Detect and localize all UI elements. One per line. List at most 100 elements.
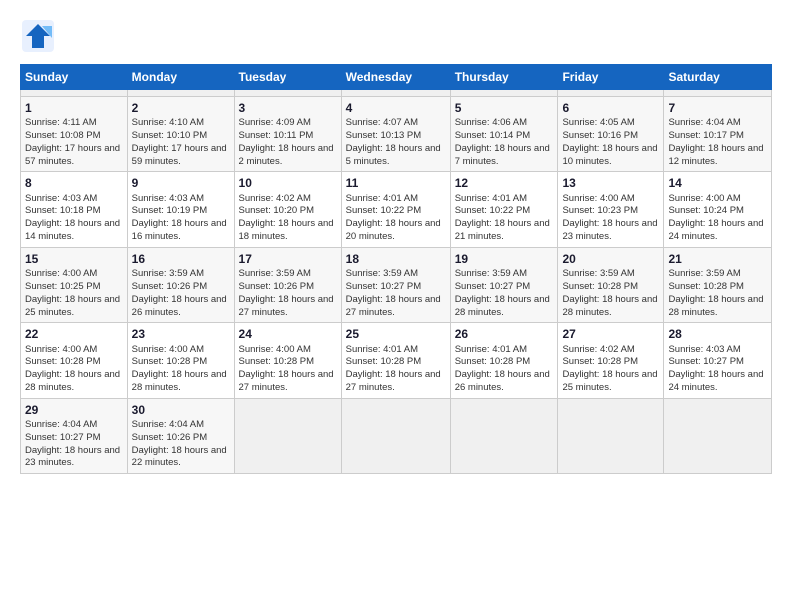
daylight-label: Daylight: 18 hours and 10 minutes. [562,143,657,167]
daylight-label: Daylight: 18 hours and 7 minutes. [455,143,550,167]
calendar-cell: 11Sunrise: 4:01 AMSunset: 10:22 PMDaylig… [341,172,450,247]
daylight-label: Daylight: 17 hours and 59 minutes. [132,143,227,167]
day-number: 4 [346,100,446,116]
col-thursday: Thursday [450,65,558,90]
sunset: Sunset: 10:13 PM [346,130,422,141]
daylight-label: Daylight: 18 hours and 21 minutes. [455,218,550,242]
col-sunday: Sunday [21,65,128,90]
daylight-label: Daylight: 18 hours and 25 minutes. [25,294,120,318]
sunrise: Sunrise: 4:10 AM [132,117,204,128]
sunrise: Sunrise: 4:04 AM [132,419,204,430]
daylight-label: Daylight: 18 hours and 27 minutes. [346,294,441,318]
sunset: Sunset: 10:16 PM [562,130,638,141]
calendar-week-row: 15Sunrise: 4:00 AMSunset: 10:25 PMDaylig… [21,247,772,322]
sunrise: Sunrise: 4:00 AM [25,268,97,279]
sunset: Sunset: 10:14 PM [455,130,531,141]
day-number: 10 [239,175,337,191]
calendar-cell: 17Sunrise: 3:59 AMSunset: 10:26 PMDaylig… [234,247,341,322]
calendar-cell: 29Sunrise: 4:04 AMSunset: 10:27 PMDaylig… [21,398,128,473]
sunrise: Sunrise: 4:07 AM [346,117,418,128]
sunset: Sunset: 10:17 PM [668,130,744,141]
sunset: Sunset: 10:28 PM [668,281,744,292]
sunrise: Sunrise: 4:00 AM [239,344,311,355]
sunset: Sunset: 10:22 PM [455,205,531,216]
calendar-cell: 7Sunrise: 4:04 AMSunset: 10:17 PMDayligh… [664,97,772,172]
daylight-label: Daylight: 18 hours and 27 minutes. [239,294,334,318]
daylight-label: Daylight: 18 hours and 28 minutes. [25,369,120,393]
day-number: 11 [346,175,446,191]
calendar-week-row: 8Sunrise: 4:03 AMSunset: 10:18 PMDayligh… [21,172,772,247]
sunset: Sunset: 10:22 PM [346,205,422,216]
calendar-header-row: Sunday Monday Tuesday Wednesday Thursday… [21,65,772,90]
calendar-cell: 20Sunrise: 3:59 AMSunset: 10:28 PMDaylig… [558,247,664,322]
sunset: Sunset: 10:23 PM [562,205,638,216]
sunset: Sunset: 10:26 PM [239,281,315,292]
calendar-cell: 25Sunrise: 4:01 AMSunset: 10:28 PMDaylig… [341,323,450,398]
sunset: Sunset: 10:08 PM [25,130,101,141]
sunrise: Sunrise: 4:00 AM [668,193,740,204]
day-number: 24 [239,326,337,342]
day-number: 22 [25,326,123,342]
calendar-table: Sunday Monday Tuesday Wednesday Thursday… [20,64,772,474]
daylight-label: Daylight: 18 hours and 2 minutes. [239,143,334,167]
daylight-label: Daylight: 18 hours and 23 minutes. [562,218,657,242]
day-number: 18 [346,251,446,267]
calendar-cell [341,398,450,473]
calendar-week-row: 22 Sunrise: 4:00 AM Sunset: 10:28 PM Daylig… [21,323,772,398]
sunrise: Sunrise: 4:11 AM [25,117,97,128]
day-number: 29 [25,402,123,418]
col-saturday: Saturday [664,65,772,90]
day-number: 27 [562,326,659,342]
sunrise: Sunrise: 4:01 AM [455,344,527,355]
sunrise: Sunrise: 3:59 AM [562,268,634,279]
sunset: Sunset: 10:28 PM [346,356,422,367]
calendar-cell [664,398,772,473]
day-number: 2 [132,100,230,116]
sunset: Sunset: 10:26 PM [132,432,208,443]
calendar-cell: 2Sunrise: 4:10 AMSunset: 10:10 PMDayligh… [127,97,234,172]
page: Sunday Monday Tuesday Wednesday Thursday… [0,0,792,612]
day-number: 19 [455,251,554,267]
day-number: 23 [132,326,230,342]
sunrise: Sunrise: 4:00 AM [132,344,204,355]
sunrise: Sunrise: 3:59 AM [132,268,204,279]
daylight-label: Daylight: 18 hours and 26 minutes. [455,369,550,393]
daylight-label: Daylight: 18 hours and 27 minutes. [346,369,441,393]
daylight-label: Daylight: 18 hours and 28 minutes. [132,369,227,393]
sunrise: Sunrise: 3:59 AM [239,268,311,279]
calendar-cell: 21Sunrise: 3:59 AMSunset: 10:28 PMDaylig… [664,247,772,322]
calendar-cell: 4Sunrise: 4:07 AM Sunset: 10:13 PM Dayligh… [341,97,450,172]
sunrise: Sunrise: 4:04 AM [668,117,740,128]
calendar-cell [234,398,341,473]
sunrise: Sunrise: 3:59 AM [668,268,740,279]
daylight-label: Daylight: 18 hours and 5 minutes. [346,143,441,167]
daylight-label: Daylight: 18 hours and 18 minutes. [239,218,334,242]
day-number: 8 [25,175,123,191]
logo [20,18,60,54]
sunrise: Sunrise: 4:00 AM [562,193,634,204]
sunrise: Sunrise: 4:02 AM [239,193,311,204]
daylight-label: Daylight: 18 hours and 24 minutes. [668,369,763,393]
day-number: 16 [132,251,230,267]
sunset: Sunset: 10:19 PM [132,205,208,216]
col-monday: Monday [127,65,234,90]
sunset: Sunset: 10:24 PM [668,205,744,216]
daylight-label: Daylight: 17 hours and 57 minutes. [25,143,120,167]
sunrise: Sunrise: 3:59 AM [455,268,527,279]
sunrise: Sunrise: 4:02 AM [562,344,634,355]
daylight-label: Daylight: 18 hours and 26 minutes. [132,294,227,318]
sunrise: Sunrise: 4:06 AM [455,117,527,128]
calendar-cell: 13Sunrise: 4:00 AMSunset: 10:23 PMDaylig… [558,172,664,247]
calendar-cell: 5Sunrise: 4:06 AMSunset: 10:14 PMDayligh… [450,97,558,172]
day-number: 6 [562,100,659,116]
sunrise: Sunrise: 4:05 AM [562,117,634,128]
calendar-cell: 14Sunrise: 4:00 AMSunset: 10:24 PMDaylig… [664,172,772,247]
calendar-cell: 24Sunrise: 4:00 AMSunset: 10:28 PMDaylig… [234,323,341,398]
sunset: Sunset: 10:28 PM [562,356,638,367]
day-number: 12 [455,175,554,191]
sunset: Sunset: 10:27 PM [25,432,101,443]
day-number: 26 [455,326,554,342]
day-number: 28 [668,326,767,342]
sunrise: Sunrise: 4:03 AM [25,193,97,204]
calendar-week-row: 29Sunrise: 4:04 AMSunset: 10:27 PMDaylig… [21,398,772,473]
